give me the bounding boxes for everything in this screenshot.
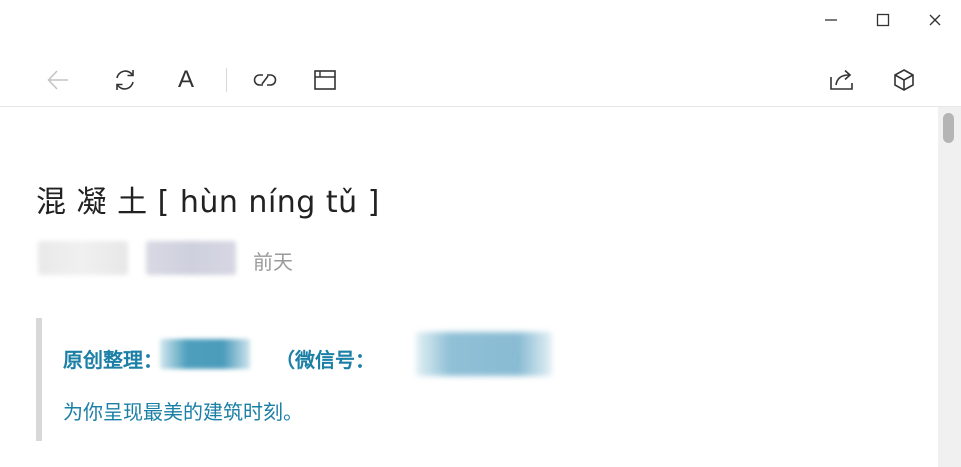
minimize-button[interactable] — [813, 6, 849, 34]
quote-line-2: 为你呈现最美的建筑时刻。 — [63, 400, 303, 424]
share-icon — [828, 67, 856, 93]
wechat-id-redacted — [416, 332, 552, 376]
maximize-icon — [876, 13, 890, 27]
cube-button[interactable] — [886, 55, 922, 105]
refresh-icon — [112, 67, 138, 93]
vertical-scrollbar[interactable] — [938, 107, 961, 467]
original-author-redacted — [160, 339, 250, 369]
link-button[interactable] — [247, 55, 283, 105]
share-button[interactable] — [824, 55, 860, 105]
article-content: 混 凝 土 [ hùn níng tǔ ] 前天 原创整理：（微信号：） 为你呈… — [0, 107, 938, 467]
refresh-button[interactable] — [107, 55, 143, 105]
text-size-button[interactable]: A — [168, 55, 204, 105]
minimize-icon — [824, 13, 838, 27]
link-icon — [251, 67, 279, 93]
publish-date: 前天 — [253, 250, 293, 274]
close-icon — [928, 13, 942, 27]
maximize-button[interactable] — [865, 6, 901, 34]
close-button[interactable] — [917, 6, 953, 34]
back-button[interactable] — [40, 55, 76, 105]
toolbar-separator — [226, 68, 227, 92]
wechat-id-label: （微信号： — [275, 348, 375, 372]
toolbar: A — [0, 55, 961, 105]
scrollbar-thumb[interactable] — [943, 113, 954, 143]
title-bar — [0, 0, 961, 40]
text-size-icon: A — [177, 66, 194, 93]
article-title: 混 凝 土 [ hùn níng tǔ ] — [36, 185, 380, 220]
window-icon — [312, 67, 338, 93]
back-arrow-icon — [45, 67, 71, 93]
cube-icon — [891, 67, 917, 93]
author-name-redacted — [38, 241, 128, 275]
account-name-redacted[interactable] — [146, 241, 236, 275]
window-button[interactable] — [307, 55, 343, 105]
original-label: 原创整理： — [63, 348, 163, 372]
